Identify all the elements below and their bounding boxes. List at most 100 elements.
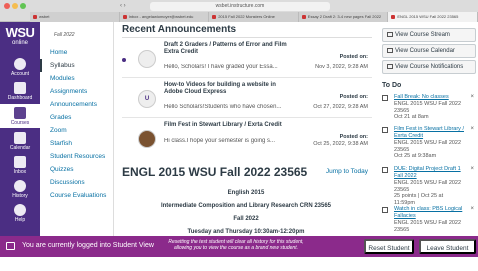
favicon-icon [391,14,396,19]
todo-item: Fall Break: No classes ENGL 2015 WSU Fal… [382,94,476,124]
course-nav-quizzes[interactable]: Quizzes [40,163,114,176]
avatar [138,50,156,68]
view-course-stream-button[interactable]: View Course Stream [382,28,476,42]
calendar-icon [14,132,26,144]
logo-text: WSU [5,25,35,40]
nav-account[interactable]: Account [0,58,40,77]
jump-to-today-link[interactable]: Jump to Today [326,168,368,175]
favicon-icon [33,14,37,19]
course-nav-course-evaluations[interactable]: Course Evaluations [40,189,114,202]
browser-tab[interactable]: 2015 Fall 2022 Monsters Online [209,12,299,22]
notifications-icon [387,63,393,69]
dashboard-icon [14,82,26,94]
todo-meta: 25 points | Oct 25 at 11:59pm [394,193,444,206]
favicon-icon [122,14,127,19]
posted-date: Oct 25, 2022, 9:38 AM [313,141,368,147]
announcement-title[interactable]: Film Fest in Stewart Library / Exrta Cre… [164,122,294,129]
minimize-window-icon[interactable] [12,3,18,9]
favicon-icon [212,14,217,19]
nav-label: Calendar [9,145,31,151]
announcement-item[interactable]: Film Fest in Stewart Library / Exrta Cre… [118,122,374,158]
view-course-calendar-button[interactable]: View Course Calendar [382,44,476,58]
leave-student-view-button[interactable]: Leave Student View [419,239,476,267]
help-icon [14,204,26,216]
nav-history[interactable]: History [0,180,40,199]
avatar: U [138,90,156,108]
posted-date: Nov 3, 2022, 9:28 AM [315,64,368,70]
account-icon [14,58,26,70]
todo-title[interactable]: Fall Break: No classes [394,94,464,101]
course-nav-announcements[interactable]: Announcements [40,98,114,111]
nav-help[interactable]: Help [0,204,40,223]
announcement-item[interactable]: Draft 2 Graders / Patterns of Error and … [118,42,374,78]
browser-tab[interactable]: Inbox - angelawiomoyer@wsbet.edu [119,12,210,22]
nav-label: Dashboard [7,95,33,101]
global-nav: WSU online Account Dashboard Courses Cal… [0,22,40,236]
course-nav-modules[interactable]: Modules [40,72,114,85]
browser-tab[interactable]: wsbet [30,12,120,22]
button-label: View Course Stream [395,32,450,38]
divider [122,117,372,118]
student-view-help-text: Resetting the test student will clear al… [168,239,304,251]
dismiss-icon[interactable]: × [470,166,474,172]
reset-student-button[interactable]: Reset Student [364,239,414,254]
course-nav-syllabus[interactable]: Syllabus [40,59,114,72]
nav-courses[interactable]: Courses [0,104,40,128]
nav-label: Inbox [13,169,27,175]
tab-label: ENGL 2015 WSU Fall 2022 23565 [397,14,459,19]
todo-title[interactable]: Watch in class: PBS Logical Fallacies [394,206,464,219]
course-nav-starfish[interactable]: Starfish [40,137,114,150]
nav-dashboard[interactable]: Dashboard [0,82,40,101]
todo-meta: Oct 25 at 9:38am [394,153,437,159]
view-course-notifications-button[interactable]: View Course Notifications [382,60,476,74]
browser-tab-active[interactable]: ENGL 2015 WSU Fall 2022 23565 [388,12,478,22]
announcement-snippet: Hi class.I hope your semester is going s… [164,138,276,144]
wsu-online-logo[interactable]: WSU online [4,26,36,52]
todo-course: ENGL 2015 WSU Fall 2022 23565 [394,140,462,153]
dismiss-icon[interactable]: × [470,206,474,212]
browser-tab[interactable]: Essay 2 Draft 2: 3-4 new pages Fall 2022 [298,12,389,22]
assignment-icon [382,167,388,173]
courses-icon [14,107,26,119]
syllabus-line: Intermediate Composition and Library Res… [160,203,332,209]
button-label: View Course Notifications [395,64,464,70]
announcement-title[interactable]: How-to Videos for building a website in … [164,82,294,96]
address-bar[interactable]: wsbet.instructure.com [150,2,330,11]
dismiss-icon[interactable]: × [470,94,474,100]
announcement-item[interactable]: U How-to Videos for building a website i… [118,82,374,118]
todo-item: Watch in class: PBS Logical Fallacies EN… [382,206,476,234]
dismiss-icon[interactable]: × [470,126,474,132]
course-nav-home[interactable]: Home [40,46,114,59]
student-view-message: You are currently logged into Student Vi… [22,242,154,249]
maximize-window-icon[interactable] [20,3,26,9]
todo-title[interactable]: DUE: Digital Project Draft 1 Fall 2022 [394,166,464,179]
nav-calendar[interactable]: Calendar [0,132,40,151]
announcement-title[interactable]: Draft 2 Graders / Patterns of Error and … [164,42,294,56]
inbox-icon [14,156,26,168]
syllabus-line: English 2015 [227,190,265,196]
course-nav-grades[interactable]: Grades [40,111,114,124]
todo-heading: To Do [382,82,402,89]
announcement-snippet: Hello Scholars!Students who have chosen.… [164,104,282,110]
right-sidebar: View Course Stream View Course Calendar … [378,22,478,236]
course-nav-student-resources[interactable]: Student Resources [40,150,114,163]
close-window-icon[interactable] [4,3,10,9]
nav-inbox[interactable]: Inbox [0,156,40,175]
favicon-icon [301,14,306,19]
todo-course: ENGL 2015 WSU Fall 2022 23565 [394,220,462,233]
course-nav: Fall 2022 Home Syllabus Modules Assignme… [40,22,114,236]
student-view-bar: You are currently logged into Student Vi… [0,236,478,267]
course-nav-discussions[interactable]: Discussions [40,176,114,189]
todo-title[interactable]: Film Fest in Stewart Library / Exrta Cre… [394,126,464,139]
browser-chrome: ‹ › wsbet.instructure.com wsbet Inbox - … [0,0,478,22]
back-forward-icon[interactable]: ‹ › [120,3,126,9]
posted-date: Oct 27, 2022, 9:28 AM [313,104,368,110]
bottom-strip [0,257,478,269]
recent-announcements-heading: Recent Announcements [122,24,237,35]
announcement-icon [382,127,388,133]
nav-label: History [12,193,28,199]
course-nav-zoom[interactable]: Zoom [40,124,114,137]
tab-label: Inbox - angelawiomoyer@wsbet.edu [128,14,194,19]
course-nav-assignments[interactable]: Assignments [40,85,114,98]
todo-meta: Oct 21 at 8am [394,114,429,120]
